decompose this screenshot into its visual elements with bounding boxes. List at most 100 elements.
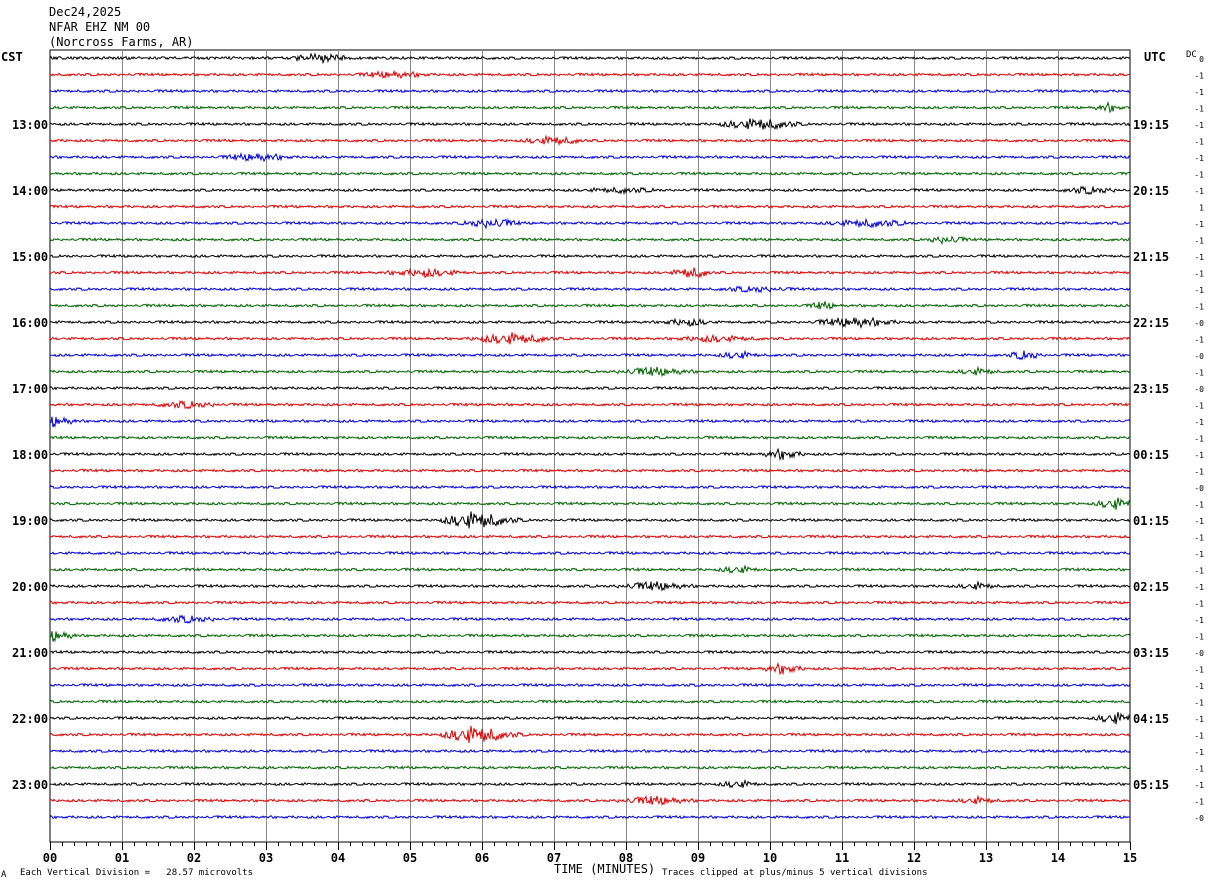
left-hour-label: 13:00 <box>12 118 48 132</box>
trace-line <box>49 550 1131 556</box>
dc-offset-value: 1 <box>1199 204 1204 213</box>
x-tick-label: 06 <box>475 851 489 865</box>
clip-note: Traces clipped at plus/minus 5 vertical … <box>662 868 928 878</box>
x-tick-label: 09 <box>691 851 705 865</box>
trace-line <box>49 100 1131 114</box>
trace-line <box>49 814 1131 820</box>
trace-line <box>49 630 1131 643</box>
left-hour-label: 19:00 <box>12 514 48 528</box>
dc-offset-value: -0 <box>1194 649 1204 658</box>
dc-offset-value: -1 <box>1194 303 1204 312</box>
right-hour-label: 20:15 <box>1133 184 1169 198</box>
dc-offset-value: -1 <box>1194 187 1204 196</box>
trace-line <box>49 285 1131 294</box>
x-axis-title: TIME (MINUTES) <box>554 862 656 876</box>
dc-offset-value: -1 <box>1194 88 1204 97</box>
x-tick-label: 11 <box>835 851 849 865</box>
trace-line <box>49 614 1131 625</box>
dc-offset-value: -1 <box>1194 121 1204 130</box>
trace-line <box>49 484 1131 490</box>
minute-gridlines <box>49 49 1131 843</box>
dc-offset-value: -1 <box>1194 138 1204 147</box>
right-hour-label: 22:15 <box>1133 316 1169 330</box>
dc-offset-value: -1 <box>1194 501 1204 510</box>
seismic-traces <box>49 52 1131 820</box>
trace-line <box>49 332 1131 345</box>
trace-line <box>49 267 1131 279</box>
x-tick-label: 05 <box>403 851 417 865</box>
trace-line <box>49 447 1131 461</box>
trace-line <box>49 682 1131 688</box>
dc-offset-value: -1 <box>1194 699 1204 708</box>
trace-line <box>49 534 1131 539</box>
dc-offset-value: -1 <box>1194 418 1204 427</box>
left-hour-label: 23:00 <box>12 778 48 792</box>
trace-line <box>49 217 1131 230</box>
trace-line <box>49 118 1131 131</box>
dc-offset-value: -1 <box>1194 435 1204 444</box>
dc-offset-value: -1 <box>1194 171 1204 180</box>
trace-line <box>49 69 1131 80</box>
trace-line <box>49 712 1131 725</box>
dc-offset-value: -1 <box>1194 616 1204 625</box>
trace-line <box>49 235 1131 246</box>
right-hour-label: 02:15 <box>1133 580 1169 594</box>
dc-offset-value: -1 <box>1194 666 1204 675</box>
x-tick-label: 04 <box>331 851 345 865</box>
trace-line <box>49 778 1131 789</box>
helicorder-plot: 00 01 02 03 04 05 06 07 08 09 10 11 12 13 14 15 13:0014… <box>12 49 1204 865</box>
dc-offset-value: -1 <box>1194 715 1204 724</box>
trace-line <box>49 564 1131 574</box>
dc-offset-value: -1 <box>1194 468 1204 477</box>
plot-frame <box>49 49 1131 843</box>
trace-line <box>49 468 1131 473</box>
x-tick-label: 15 <box>1123 851 1137 865</box>
trace-line <box>49 435 1131 440</box>
dc-offset-value: -1 <box>1194 567 1204 576</box>
trace-line <box>49 365 1131 378</box>
dc-offset-value: -1 <box>1194 550 1204 559</box>
corner-mark: A <box>1 870 7 880</box>
left-hour-label: 14:00 <box>12 184 48 198</box>
right-hour-label: 00:15 <box>1133 448 1169 462</box>
dc-offset-value: -0 <box>1194 319 1204 328</box>
dc-offset-value: -1 <box>1194 336 1204 345</box>
left-hour-label: 18:00 <box>12 448 48 462</box>
x-tick-label: 01 <box>115 851 129 865</box>
x-tick-label: 12 <box>907 851 921 865</box>
trace-line <box>49 661 1131 676</box>
right-hour-label: 04:15 <box>1133 712 1169 726</box>
scale-note: Each Vertical Division = 28.57 microvolt… <box>20 868 253 878</box>
trace-line <box>49 649 1131 655</box>
trace-line <box>49 699 1131 704</box>
dc-offset-value: -1 <box>1194 237 1204 246</box>
dc-offset-value: -1 <box>1194 105 1204 114</box>
dc-offset-value: -1 <box>1194 270 1204 279</box>
dc-offset-value: -0 <box>1194 484 1204 493</box>
dc-offset-value: -1 <box>1194 600 1204 609</box>
x-tick-label: 02 <box>187 851 201 865</box>
dc-offset-value: -1 <box>1194 286 1204 295</box>
dc-offset-value: -1 <box>1194 451 1204 460</box>
dc-offset-value: 0 <box>1199 55 1204 64</box>
trace-line <box>49 794 1131 807</box>
dc-offset-value: -1 <box>1194 72 1204 81</box>
trace-line <box>49 725 1131 743</box>
right-hour-label: 01:15 <box>1133 514 1169 528</box>
trace-line <box>49 385 1131 391</box>
dc-offset-column: 0 -1 -1 -1 -1 -1 -1 -1 -1 1 -1 -1 -1 -1 -1 -1 -0 -1 -0 -1 -0… <box>1194 55 1204 823</box>
left-hour-label: 17:00 <box>12 382 48 396</box>
dc-offset-value: -1 <box>1194 732 1204 741</box>
dc-offset-value: -0 <box>1194 814 1204 823</box>
dc-offset-value: -0 <box>1194 385 1204 394</box>
x-tick-label: 10 <box>763 851 777 865</box>
dc-offset-value: -1 <box>1194 781 1204 790</box>
trace-line <box>49 204 1131 209</box>
trace-line <box>50 88 1131 94</box>
x-tick-label: 14 <box>1051 851 1065 865</box>
right-hour-label: 03:15 <box>1133 646 1169 660</box>
trace-line <box>49 52 1131 65</box>
trace-line <box>49 185 1131 196</box>
dc-offset-value: -1 <box>1194 633 1204 642</box>
dc-offset-value: -1 <box>1194 253 1204 262</box>
